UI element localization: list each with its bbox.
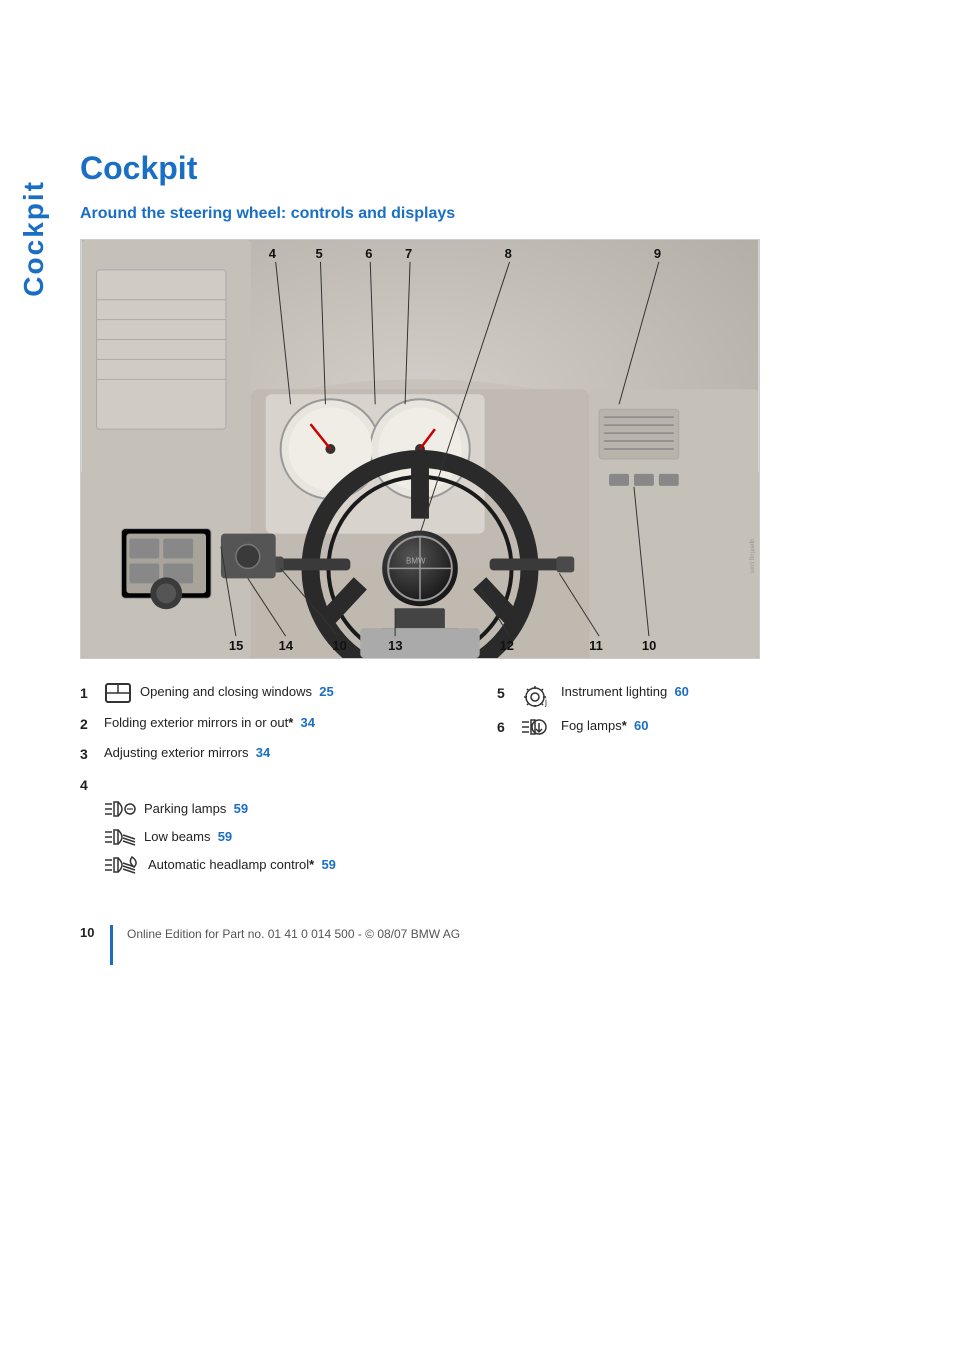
auto-headlamp-text: Automatic headlamp control* 59 [148, 856, 336, 874]
footer-copyright: Online Edition for Part no. 01 41 0 014 … [127, 927, 460, 941]
right-column: 5 [497, 683, 914, 893]
item-6-number: 6 [497, 718, 515, 738]
item-3-row: 3 Adjusting exterior mirrors 34 [80, 744, 477, 765]
page-number: 10 [80, 925, 104, 940]
item-4-sub-autoheadlamp: Automatic headlamp control* 59 [104, 855, 336, 875]
left-column: 1 Opening and closing windows 25 2 [80, 683, 497, 893]
item-2-link[interactable]: 34 [301, 715, 315, 730]
svg-text:12: 12 [500, 638, 514, 653]
item-1-row: 1 Opening and closing windows 25 [80, 683, 477, 704]
item-4-number: 4 [80, 776, 98, 796]
item-6-text: Fog lamps* 60 [561, 717, 648, 735]
item-3-text: Adjusting exterior mirrors 34 [104, 744, 270, 762]
parking-lamps-icon [104, 799, 136, 819]
svg-text:10: 10 [642, 638, 656, 653]
svg-text:10: 10 [332, 638, 346, 653]
page-title: Cockpit [80, 150, 914, 187]
svg-text:14: 14 [279, 638, 294, 653]
page-footer: 10 Online Edition for Part no. 01 41 0 0… [80, 925, 914, 965]
svg-text:5: 5 [316, 246, 323, 261]
item-5-link[interactable]: 60 [674, 684, 688, 699]
window-icon [104, 683, 132, 703]
item-1-text: Opening and closing windows 25 [140, 683, 334, 701]
svg-text:9: 9 [654, 246, 661, 261]
low-beams-icon [104, 827, 136, 847]
item-5-number: 5 [497, 684, 515, 704]
page-number-block: 10 Online Edition for Part no. 01 41 0 0… [80, 925, 460, 965]
item-1-number: 1 [80, 684, 98, 704]
item-4-subitems: Parking lamps 59 [104, 799, 336, 883]
items-legend: 1 Opening and closing windows 25 2 [80, 683, 914, 893]
cockpit-diagram: BMW [80, 239, 760, 659]
page-bar-accent [110, 925, 113, 965]
svg-text:15: 15 [229, 638, 243, 653]
svg-text:4: 4 [269, 246, 277, 261]
svg-text:j: j [544, 697, 547, 707]
item-4-sub-lowbeams: Low beams 59 [104, 827, 336, 847]
item-6-row: 6 Fog lamps [497, 717, 894, 738]
item-5-text: Instrument lighting 60 [561, 683, 689, 701]
item-3-link[interactable]: 34 [256, 745, 270, 760]
instrument-lighting-icon: j [521, 683, 553, 707]
item-6-link[interactable]: 60 [634, 718, 648, 733]
parking-lamps-text: Parking lamps 59 [144, 800, 248, 818]
parking-lamps-link[interactable]: 59 [234, 801, 248, 816]
item-3-number: 3 [80, 745, 98, 765]
svg-text:8: 8 [505, 246, 512, 261]
svg-text:13: 13 [388, 638, 402, 653]
item-2-number: 2 [80, 715, 98, 735]
auto-headlamp-icon [104, 855, 140, 875]
item-4-sub-parking: Parking lamps 59 [104, 799, 336, 819]
svg-text:7: 7 [405, 246, 412, 261]
item-1-link[interactable]: 25 [319, 684, 333, 699]
item-2-text: Folding exterior mirrors in or out* 34 [104, 714, 315, 732]
svg-text:BMW: BMW [406, 556, 426, 565]
item-2-row: 2 Folding exterior mirrors in or out* 34 [80, 714, 477, 735]
low-beams-link[interactable]: 59 [218, 829, 232, 844]
low-beams-text: Low beams 59 [144, 828, 232, 846]
side-chapter-title: Cockpit [18, 180, 50, 297]
svg-text:upe/rlug.com: upe/rlug.com [748, 539, 754, 574]
item-5-row: 5 [497, 683, 894, 707]
svg-text:6: 6 [365, 246, 372, 261]
auto-headlamp-link[interactable]: 59 [321, 857, 335, 872]
svg-text:11: 11 [589, 638, 603, 653]
item-4-row: 4 [80, 775, 477, 884]
section-title: Around the steering wheel: controls and … [80, 205, 914, 223]
fog-lamps-icon [521, 717, 553, 737]
